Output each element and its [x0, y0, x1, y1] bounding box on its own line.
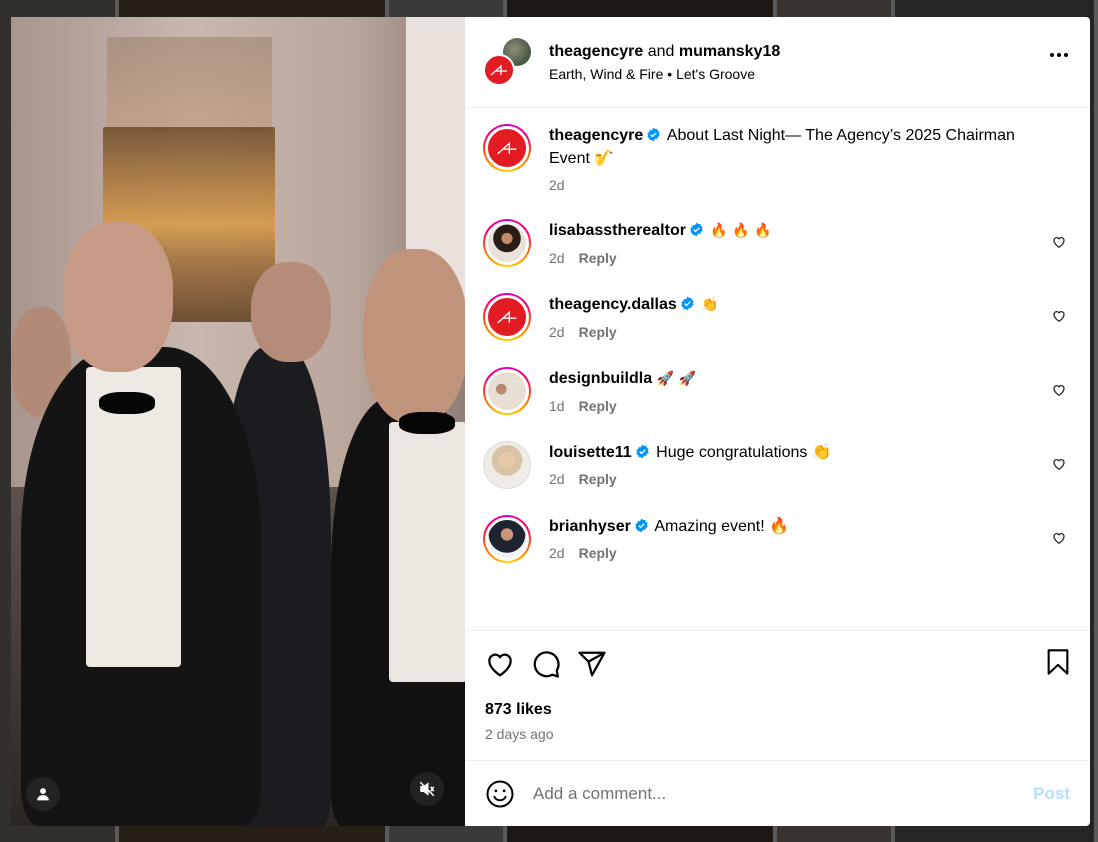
- song-link[interactable]: Let's Groove: [676, 66, 755, 82]
- heart-icon[interactable]: [485, 649, 515, 679]
- and-text: and: [647, 42, 675, 60]
- comment-like-heart-icon[interactable]: [1052, 235, 1066, 249]
- comment-like-heart-icon[interactable]: [1052, 383, 1066, 397]
- avatar[interactable]: [483, 124, 531, 172]
- agency-logo-icon: [490, 64, 507, 76]
- caption-timestamp[interactable]: 2d: [549, 177, 565, 193]
- author-username-link[interactable]: theagencyre: [549, 43, 643, 60]
- comment-username-link[interactable]: designbuildla: [549, 370, 652, 387]
- verified-badge-icon: [635, 518, 648, 533]
- post-actions: 873 likes 2 days ago: [465, 630, 1090, 760]
- avatar[interactable]: [483, 367, 531, 415]
- share-icon[interactable]: [577, 649, 607, 679]
- comment-username-link[interactable]: lisabasstherealtor: [549, 222, 686, 239]
- likes-count[interactable]: 873 likes: [485, 701, 1072, 719]
- post-side-panel: theagencyre and mumansky18 Earth, Wind &…: [465, 17, 1090, 826]
- comment-username-link[interactable]: theagency.dallas: [549, 296, 677, 313]
- user-tag-button[interactable]: [26, 777, 60, 811]
- comment-timestamp[interactable]: 2d: [549, 324, 565, 340]
- post-header: theagencyre and mumansky18 Earth, Wind &…: [465, 17, 1090, 108]
- post-modal: theagencyre and mumansky18 Earth, Wind &…: [11, 17, 1090, 826]
- avatar[interactable]: [483, 441, 531, 489]
- comment-like-heart-icon[interactable]: [1052, 309, 1066, 323]
- agency-logo-icon: [497, 141, 517, 155]
- comment-username-link[interactable]: brianhyser: [549, 518, 631, 535]
- collaborator-username-link[interactable]: mumansky18: [679, 43, 780, 60]
- more-options-icon: [1050, 53, 1054, 57]
- comment-timestamp[interactable]: 1d: [549, 398, 565, 414]
- reply-button[interactable]: Reply: [579, 398, 617, 414]
- bookmark-icon[interactable]: [1044, 648, 1072, 676]
- comment-item: theagency.dallas 👏 2d Reply: [483, 293, 1072, 341]
- comment-like-heart-icon[interactable]: [1052, 531, 1066, 545]
- comments-list[interactable]: theagencyre About Last Night— The Agency…: [465, 108, 1090, 630]
- collab-avatars[interactable]: [483, 38, 531, 86]
- post-caption: theagencyre About Last Night— The Agency…: [483, 124, 1072, 193]
- audio-separator: •: [667, 65, 673, 82]
- comment-timestamp[interactable]: 2d: [549, 250, 565, 266]
- comment-item: brianhyser Amazing event! 🔥 2d Reply: [483, 515, 1072, 563]
- post-video[interactable]: [11, 17, 465, 826]
- artist-link[interactable]: Earth, Wind & Fire: [549, 66, 663, 82]
- comment-like-heart-icon[interactable]: [1052, 457, 1066, 471]
- comment-input[interactable]: [533, 783, 1034, 804]
- comment-text: Amazing event! 🔥: [654, 518, 790, 535]
- more-options-button[interactable]: [1050, 53, 1068, 57]
- comment-item: designbuildla 🚀 🚀 1d Reply: [483, 367, 1072, 415]
- comment-text: 🔥 🔥 🔥: [710, 223, 772, 239]
- comment-item: lisabasstherealtor 🔥 🔥 🔥 2d Reply: [483, 219, 1072, 267]
- verified-badge-icon: [681, 296, 694, 311]
- verified-badge-icon: [636, 444, 649, 459]
- emoji-icon[interactable]: [485, 779, 515, 809]
- avatar[interactable]: [483, 219, 531, 267]
- post-button[interactable]: Post: [1033, 784, 1070, 804]
- comment-composer: Post: [465, 760, 1090, 826]
- comment-item: louisette11 Huge congratulations 👏 2d Rep…: [483, 441, 1072, 489]
- comment-text: Huge congratulations 👏: [656, 444, 832, 461]
- post-timestamp[interactable]: 2 days ago: [485, 726, 1072, 742]
- mute-button[interactable]: [410, 772, 444, 806]
- reply-button[interactable]: Reply: [579, 250, 617, 266]
- avatar[interactable]: [483, 515, 531, 563]
- verified-badge-icon: [690, 222, 703, 237]
- comment-text: 👏: [701, 297, 719, 313]
- muted-speaker-icon: [419, 781, 435, 797]
- comment-username-link[interactable]: louisette11: [549, 444, 632, 461]
- comment-icon[interactable]: [531, 649, 561, 679]
- reply-button[interactable]: Reply: [579, 471, 617, 487]
- user-tag-icon: [37, 788, 49, 801]
- verified-badge-icon: [647, 127, 660, 142]
- avatar[interactable]: [483, 54, 515, 86]
- avatar[interactable]: [483, 293, 531, 341]
- comment-text: 🚀 🚀: [656, 371, 696, 387]
- agency-logo-icon: [497, 310, 517, 324]
- reply-button[interactable]: Reply: [579, 324, 617, 340]
- comment-timestamp[interactable]: 2d: [549, 471, 565, 487]
- caption-username-link[interactable]: theagencyre: [549, 127, 643, 144]
- comment-timestamp[interactable]: 2d: [549, 545, 565, 561]
- reply-button[interactable]: Reply: [579, 545, 617, 561]
